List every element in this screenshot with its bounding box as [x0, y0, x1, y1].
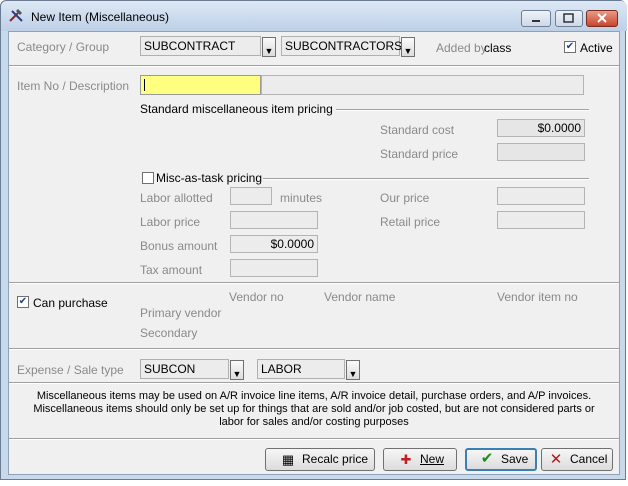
info-line: labor for sales and/or costing purposes — [219, 416, 409, 428]
expense-type-combo[interactable]: SUBCON — [140, 359, 229, 379]
active-label: Active — [580, 41, 613, 55]
can-purchase-label: Can purchase — [33, 296, 108, 310]
minutes-label: minutes — [280, 191, 323, 205]
chevron-down-icon: ▼ — [264, 46, 274, 56]
separator — [9, 282, 619, 284]
wrench-hammer-icon — [9, 9, 23, 22]
checkmark-icon: ✔ — [480, 450, 494, 467]
our-price-input[interactable] — [497, 187, 585, 205]
vendor-name-column-header: Vendor name — [324, 290, 396, 304]
recalc-price-label: Recalc price — [302, 452, 369, 466]
item-description-label: Item No / Description — [17, 79, 130, 93]
recalc-price-button[interactable]: ▦ Recalc price — [265, 448, 375, 471]
calculator-icon: ▦ — [281, 452, 295, 467]
misc-as-task-checkbox[interactable] — [142, 172, 154, 184]
minimize-icon — [532, 20, 540, 22]
chevron-down-icon: ▼ — [403, 46, 413, 56]
sale-type-combo[interactable]: LABOR — [257, 359, 345, 379]
bonus-amount-label: Bonus amount — [140, 239, 218, 253]
tax-amount-input[interactable] — [230, 259, 318, 277]
standard-pricing-section-label: Standard miscellaneous item pricing — [140, 102, 336, 116]
category-combo[interactable]: SUBCONTRACT — [140, 36, 261, 56]
added-by-value: class — [484, 41, 512, 55]
cancel-button[interactable]: ✕ Cancel — [541, 448, 613, 471]
info-line: Miscellaneous items may be used on A/R i… — [36, 390, 592, 402]
save-button[interactable]: ✔ Save — [465, 448, 537, 471]
expense-type-dropdown-button[interactable]: ▼ — [230, 360, 244, 380]
category-value: SUBCONTRACT — [144, 39, 236, 53]
category-group-label: Category / Group — [17, 40, 110, 54]
bonus-amount-input[interactable]: $0.0000 — [230, 235, 318, 253]
category-dropdown-button[interactable]: ▼ — [262, 37, 276, 57]
new-button[interactable]: ✚ New — [383, 448, 457, 471]
text-cursor — [144, 79, 145, 91]
vendor-no-column-header: Vendor no — [229, 290, 284, 304]
new-label: New — [420, 449, 444, 470]
expense-type-value: SUBCON — [144, 362, 196, 376]
standard-price-label: Standard price — [380, 147, 459, 161]
info-text: Miscellaneous items may be used on A/R i… — [29, 390, 599, 429]
standard-price-field — [497, 143, 585, 161]
labor-price-label: Labor price — [140, 215, 201, 229]
task-pricing-legend: Misc-as-task pricing — [140, 171, 263, 185]
info-line: Miscellaneous items should only be set u… — [33, 403, 595, 415]
window-title: New Item (Miscellaneous) — [31, 10, 170, 24]
labor-allotted-input[interactable] — [230, 187, 272, 205]
item-no-input[interactable] — [140, 75, 261, 95]
cancel-label: Cancel — [570, 452, 608, 466]
save-label: Save — [501, 452, 529, 466]
separator — [9, 438, 619, 440]
chevron-down-icon: ▼ — [348, 369, 358, 379]
labor-allotted-label: Labor allotted — [140, 191, 213, 205]
description-input[interactable] — [261, 75, 584, 95]
dialog-window: New Item (Miscellaneous) Category / Grou… — [0, 0, 627, 480]
group-dropdown-button[interactable]: ▼ — [401, 37, 415, 57]
can-purchase-checkbox[interactable]: ✔ — [17, 296, 29, 308]
new-icon: ✚ — [400, 452, 412, 467]
separator — [9, 382, 619, 384]
close-icon — [597, 13, 607, 23]
active-checkbox[interactable]: ✔ — [564, 41, 576, 53]
new-label-text: New — [420, 452, 445, 466]
separator — [9, 65, 619, 67]
group-combo[interactable]: SUBCONTRACTORS — [281, 36, 403, 56]
separator — [9, 348, 619, 350]
labor-price-input[interactable] — [230, 211, 318, 229]
maximize-button[interactable] — [555, 10, 583, 27]
title-bar[interactable]: New Item (Miscellaneous) — [1, 1, 627, 31]
dialog-content: Category / Group SUBCONTRACT ▼ SUBCONTRA… — [8, 31, 620, 475]
close-button[interactable] — [586, 10, 618, 27]
expense-sale-type-label: Expense / Sale type — [17, 363, 124, 377]
group-value: SUBCONTRACTORS — [285, 39, 403, 53]
x-icon: ✕ — [549, 451, 563, 468]
standard-cost-label: Standard cost — [380, 123, 455, 137]
retail-price-input[interactable] — [497, 211, 585, 229]
sale-type-value: LABOR — [261, 362, 302, 376]
vendor-item-no-column-header: Vendor item no — [497, 290, 578, 304]
chevron-down-icon: ▼ — [232, 369, 242, 379]
maximize-icon — [563, 13, 574, 23]
sale-type-dropdown-button[interactable]: ▼ — [346, 360, 360, 380]
minimize-button[interactable] — [521, 10, 551, 27]
our-price-label: Our price — [380, 191, 430, 205]
added-by-label: Added by — [436, 41, 487, 55]
tax-amount-label: Tax amount — [140, 263, 203, 277]
primary-vendor-label: Primary vendor — [140, 306, 222, 320]
secondary-vendor-label: Secondary — [140, 326, 198, 340]
misc-as-task-label: Misc-as-task pricing — [156, 171, 263, 185]
standard-cost-field: $0.0000 — [497, 119, 585, 137]
retail-price-label: Retail price — [380, 215, 441, 229]
